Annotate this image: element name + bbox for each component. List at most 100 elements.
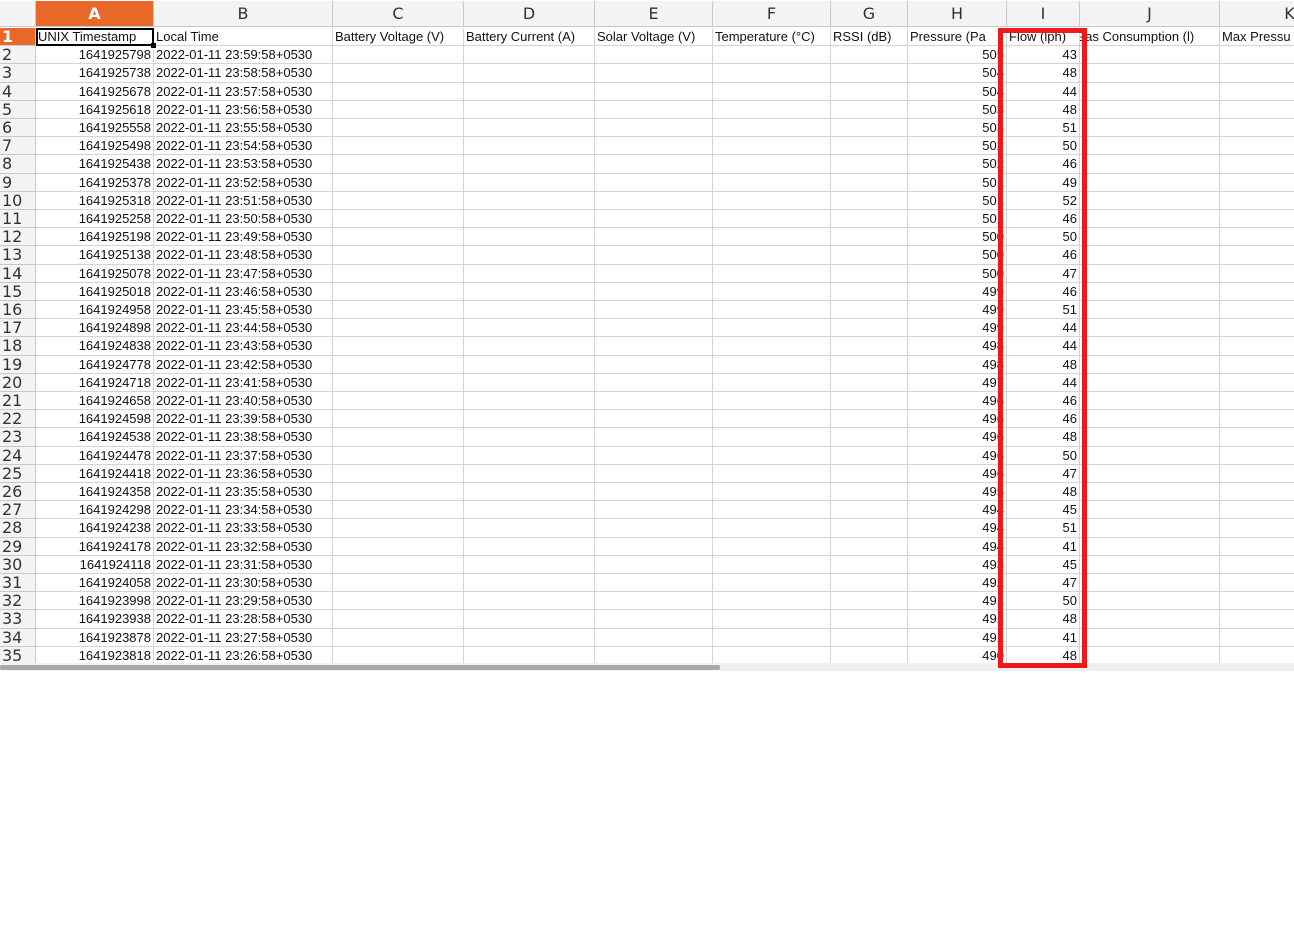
table-cell[interactable]: 41	[1007, 537, 1080, 556]
table-cell[interactable]	[464, 464, 595, 483]
table-cell[interactable]	[464, 574, 595, 593]
table-cell[interactable]	[595, 301, 713, 320]
table-cell[interactable]	[1220, 574, 1294, 593]
table-cell[interactable]	[831, 100, 908, 119]
table-cell[interactable]	[595, 628, 713, 647]
column-header-j[interactable]: J	[1080, 1, 1220, 27]
table-cell[interactable]	[713, 100, 831, 119]
row-header[interactable]: 25	[0, 464, 36, 483]
table-cell[interactable]: 1641924238	[36, 519, 154, 538]
table-cell[interactable]	[831, 191, 908, 210]
table-cell[interactable]	[1080, 446, 1220, 465]
table-cell[interactable]: 45	[1007, 501, 1080, 520]
table-cell[interactable]	[1220, 228, 1294, 247]
table-cell[interactable]	[333, 137, 464, 156]
table-cell[interactable]	[1080, 519, 1220, 538]
row-header[interactable]: 5	[0, 100, 36, 119]
row-header[interactable]: 14	[0, 264, 36, 283]
table-cell[interactable]	[1220, 592, 1294, 611]
table-cell[interactable]	[1080, 501, 1220, 520]
table-cell[interactable]: 48	[1007, 64, 1080, 83]
table-cell[interactable]	[333, 64, 464, 83]
table-cell[interactable]: 2022-01-11 23:50:58+0530	[154, 210, 333, 229]
table-cell[interactable]	[595, 119, 713, 138]
table-cell[interactable]	[333, 555, 464, 574]
row-header[interactable]: 28	[0, 519, 36, 538]
header-cell[interactable]: RSSI (dB)	[831, 28, 908, 47]
row-header[interactable]: 11	[0, 209, 36, 229]
row-header[interactable]: 24	[0, 446, 36, 465]
table-cell[interactable]	[595, 282, 713, 301]
table-cell[interactable]	[713, 301, 831, 320]
table-cell[interactable]	[333, 191, 464, 210]
table-cell[interactable]	[713, 119, 831, 138]
table-cell[interactable]: 46	[1007, 410, 1080, 429]
table-cell[interactable]: 1641925438	[36, 155, 154, 174]
table-cell[interactable]	[333, 82, 464, 101]
table-cell[interactable]	[713, 628, 831, 647]
table-cell[interactable]	[595, 428, 713, 447]
table-cell[interactable]: 1641924598	[36, 410, 154, 429]
table-cell[interactable]: 490	[908, 646, 1007, 664]
table-cell[interactable]	[713, 64, 831, 83]
table-cell[interactable]	[333, 228, 464, 247]
table-cell[interactable]	[333, 210, 464, 229]
table-cell[interactable]: 2022-01-11 23:51:58+0530	[154, 191, 333, 210]
table-cell[interactable]: 1641925318	[36, 191, 154, 210]
row-header[interactable]: 18	[0, 337, 36, 356]
table-cell[interactable]	[595, 228, 713, 247]
table-cell[interactable]: 493	[908, 555, 1007, 574]
table-cell[interactable]	[831, 610, 908, 629]
table-cell[interactable]	[713, 592, 831, 611]
table-cell[interactable]: 2022-01-11 23:34:58+0530	[154, 501, 333, 520]
table-cell[interactable]	[831, 319, 908, 338]
table-cell[interactable]	[595, 483, 713, 502]
table-cell[interactable]: 1641924838	[36, 337, 154, 356]
table-cell[interactable]: 1641924538	[36, 428, 154, 447]
row-header[interactable]: 29	[0, 537, 36, 556]
header-cell[interactable]: Local Time	[154, 28, 333, 47]
row-header[interactable]: 27	[0, 501, 36, 520]
table-cell[interactable]: 44	[1007, 319, 1080, 338]
table-cell[interactable]: 503	[908, 100, 1007, 119]
table-cell[interactable]	[333, 646, 464, 664]
table-cell[interactable]: 46	[1007, 155, 1080, 174]
table-cell[interactable]: 44	[1007, 373, 1080, 392]
table-cell[interactable]	[831, 519, 908, 538]
table-cell[interactable]	[1220, 319, 1294, 338]
table-cell[interactable]: 2022-01-11 23:29:58+0530	[154, 592, 333, 611]
table-cell[interactable]	[1080, 555, 1220, 574]
table-cell[interactable]: 2022-01-11 23:46:58+0530	[154, 282, 333, 301]
table-cell[interactable]	[333, 264, 464, 283]
table-cell[interactable]	[333, 410, 464, 429]
table-cell[interactable]	[1220, 283, 1294, 301]
table-cell[interactable]	[831, 428, 908, 447]
table-cell[interactable]	[464, 519, 595, 538]
table-cell[interactable]	[1080, 392, 1220, 411]
table-cell[interactable]: 48	[1007, 355, 1080, 374]
table-cell[interactable]: 46	[1007, 210, 1080, 229]
column-header-d[interactable]: D	[464, 1, 595, 27]
table-cell[interactable]: 504	[908, 64, 1007, 83]
table-cell[interactable]: 1641925078	[36, 264, 154, 283]
table-cell[interactable]: 2022-01-11 23:32:58+0530	[154, 537, 333, 556]
column-header-b[interactable]: B	[154, 1, 333, 27]
table-cell[interactable]: 1641925618	[36, 100, 154, 119]
table-cell[interactable]: 1641924358	[36, 483, 154, 502]
table-cell[interactable]	[595, 501, 713, 520]
column-header-f[interactable]: F	[713, 1, 831, 27]
table-cell[interactable]	[1220, 119, 1294, 138]
table-cell[interactable]	[464, 410, 595, 429]
table-cell[interactable]	[1080, 483, 1220, 502]
table-cell[interactable]: 41	[1007, 628, 1080, 647]
row-header[interactable]: 9	[0, 173, 36, 192]
table-cell[interactable]	[333, 100, 464, 119]
table-cell[interactable]	[831, 64, 908, 83]
table-cell[interactable]: 2022-01-11 23:59:58+0530	[154, 46, 333, 65]
table-cell[interactable]	[595, 537, 713, 556]
table-cell[interactable]	[333, 464, 464, 483]
table-cell[interactable]	[333, 301, 464, 320]
row-header[interactable]: 22	[0, 410, 36, 429]
table-cell[interactable]: 50	[1007, 137, 1080, 156]
table-cell[interactable]: 48	[1007, 100, 1080, 119]
